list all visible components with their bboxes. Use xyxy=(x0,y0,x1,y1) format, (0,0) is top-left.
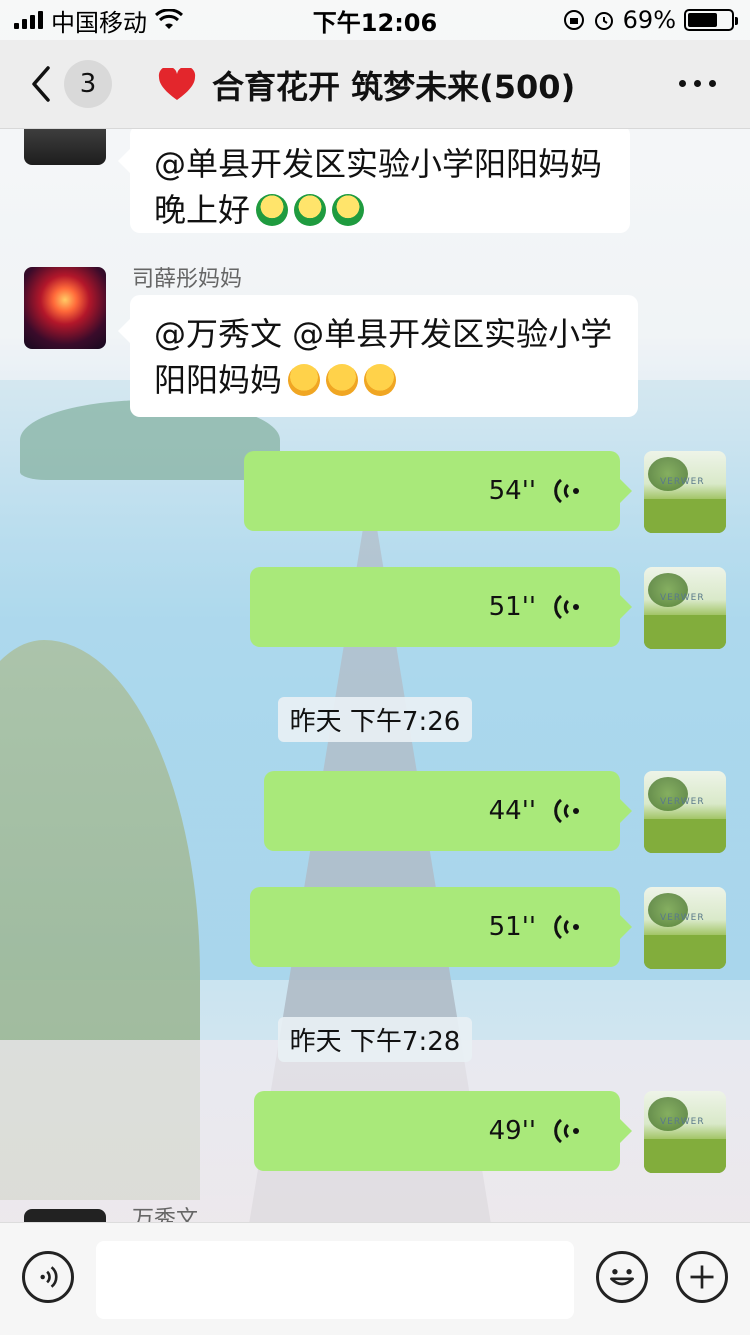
sender-name: 司薛彤妈妈 xyxy=(132,267,243,292)
green-face-emoji-icon xyxy=(256,194,289,226)
message-input[interactable] xyxy=(96,1241,574,1319)
timestamp-text: 昨天 下午7:28 xyxy=(277,1017,473,1062)
voice-wave-icon xyxy=(554,1118,579,1144)
voice-message[interactable]: 44'' xyxy=(264,771,632,851)
avatar[interactable] xyxy=(24,129,106,165)
chat-title: 合育花开 筑梦未来(500) xyxy=(212,68,576,106)
hugging-face-emoji-icon xyxy=(288,364,321,396)
heart-icon xyxy=(158,68,196,100)
battery-icon xyxy=(684,9,738,31)
voice-duration: 51'' xyxy=(488,592,536,622)
hugging-face-emoji-icon xyxy=(364,364,397,396)
voice-mode-icon xyxy=(40,1266,58,1288)
hugging-face-emoji-icon xyxy=(326,364,359,396)
green-face-emoji-icon xyxy=(332,194,365,226)
rotation-lock-icon xyxy=(563,10,584,30)
back-button[interactable] xyxy=(26,62,66,106)
more-functions-button[interactable] xyxy=(676,1251,728,1303)
voice-message[interactable]: 54'' xyxy=(244,451,632,531)
message-list[interactable]: @单县开发区实验小学阳阳妈妈 晚上好 司薛彤妈妈 @万秀文 @单县开发区实验小学… xyxy=(0,129,750,1222)
timestamp: 昨天 下午7:28 xyxy=(0,1017,750,1062)
avatar[interactable] xyxy=(24,267,106,349)
voice-mode-button[interactable] xyxy=(22,1251,74,1303)
status-bar: 中国移动 下午12:06 69% xyxy=(0,0,750,40)
timestamp-text: 昨天 下午7:26 xyxy=(277,697,473,742)
unread-count-badge[interactable]: 3 xyxy=(64,60,112,108)
chevron-left-icon xyxy=(32,66,50,102)
voice-message[interactable]: 51'' xyxy=(250,887,632,967)
voice-duration: 44'' xyxy=(488,796,536,826)
avatar[interactable]: VERWER xyxy=(644,1091,726,1173)
alarm-icon xyxy=(594,12,613,30)
voice-duration: 51'' xyxy=(488,912,536,942)
dot-icon xyxy=(709,80,716,87)
plus-icon xyxy=(690,1265,714,1289)
voice-duration: 49'' xyxy=(488,1116,536,1146)
voice-message[interactable]: 49'' xyxy=(254,1091,632,1171)
voice-wave-icon xyxy=(554,914,579,940)
chat-header: 3 合育花开 筑梦未来(500) xyxy=(0,40,750,129)
message-text: @单县开发区实验小学阳阳妈妈 晚上好 xyxy=(154,145,603,229)
voice-duration: 54'' xyxy=(488,476,536,506)
dot-icon xyxy=(679,80,686,87)
voice-wave-icon xyxy=(554,478,579,504)
voice-wave-icon xyxy=(554,594,579,620)
voice-wave-icon xyxy=(554,798,579,824)
avatar[interactable] xyxy=(24,1209,106,1222)
emoji-button[interactable] xyxy=(596,1251,648,1303)
text-message[interactable]: @单县开发区实验小学阳阳妈妈 晚上好 xyxy=(118,129,630,233)
dot-icon xyxy=(694,80,701,87)
avatar[interactable]: VERWER xyxy=(644,771,726,853)
avatar[interactable]: VERWER xyxy=(644,567,726,649)
green-face-emoji-icon xyxy=(294,194,327,226)
avatar[interactable]: VERWER xyxy=(644,887,726,969)
emoji-icon xyxy=(610,1269,634,1286)
input-bar xyxy=(0,1222,750,1335)
battery-percent: 69% xyxy=(622,6,676,34)
more-options-button[interactable] xyxy=(679,80,716,87)
voice-message[interactable]: 51'' xyxy=(250,567,632,647)
text-message[interactable]: @万秀文 @单县开发区实验小学阳阳妈妈 xyxy=(118,295,638,417)
sender-name: 万秀文 xyxy=(132,1207,199,1222)
timestamp: 昨天 下午7:26 xyxy=(0,697,750,742)
avatar[interactable]: VERWER xyxy=(644,451,726,533)
